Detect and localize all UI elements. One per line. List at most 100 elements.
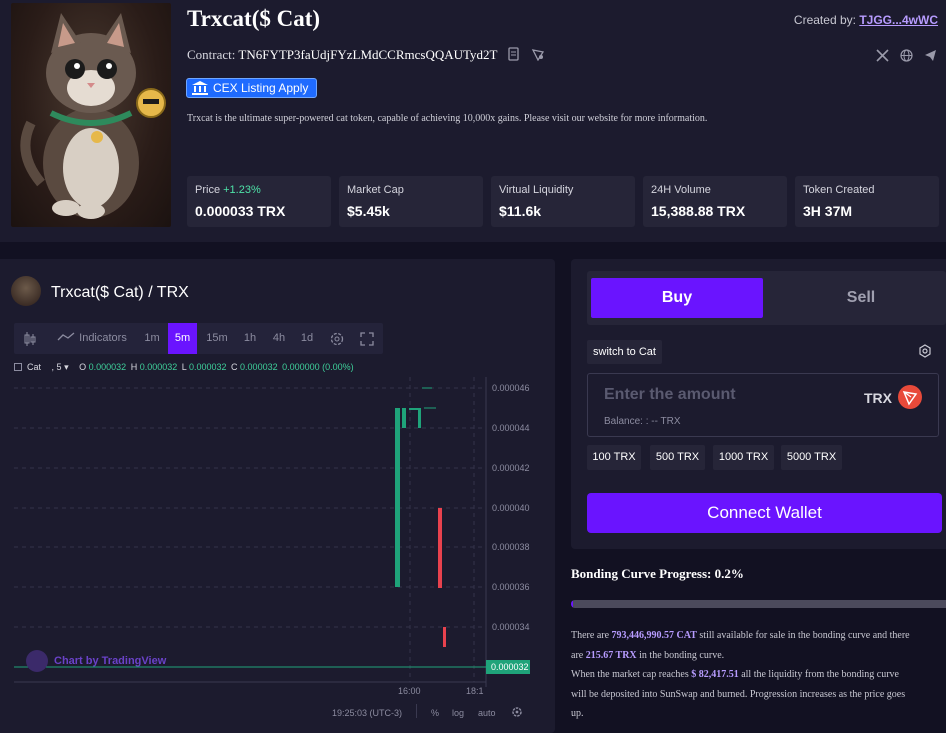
price-chart[interactable]: 0.000046 0.000044 0.000042 0.000040 0.00… [14, 377, 555, 687]
legend-interval: , 5 [51, 362, 62, 372]
time-label: 16:00 [398, 686, 421, 696]
interval-1d[interactable]: 1d [293, 323, 321, 354]
interval-4h[interactable]: 4h [265, 323, 293, 354]
stat-token-created: Token Created 3H 37M [795, 176, 939, 227]
trade-tabs: Buy Sell [587, 271, 946, 325]
telegram-icon[interactable] [924, 49, 937, 62]
candle [418, 408, 421, 428]
stat-price-value: 0.000033 TRX [195, 203, 286, 219]
contract-label: Contract: [187, 47, 236, 62]
bond-text: will be deposited into SunSwap and burne… [571, 688, 906, 700]
token-description: Trxcat is the ultimate super-powered cat… [187, 113, 708, 124]
current-price-label: 0.000032 [491, 662, 529, 672]
legend-open: 0.000032 [88, 362, 127, 372]
stat-market-cap: Market Cap $5.45k [339, 176, 483, 227]
price-change: +1.23% [223, 184, 261, 196]
cex-listing-button[interactable]: CEX Listing Apply [186, 78, 318, 98]
interval-1h[interactable]: 1h [236, 323, 264, 354]
interval-15m[interactable]: 15m [201, 323, 233, 354]
quick-amount-100[interactable]: 100 TRX [587, 445, 641, 470]
quick-amount-1000[interactable]: 1000 TRX [713, 445, 774, 470]
legend-dropdown-icon[interactable]: ▾ [64, 362, 69, 372]
created-by-label: Created by: [793, 13, 856, 27]
stat-24h-volume-label: 24H Volume [651, 184, 711, 196]
legend-c-label: C [231, 362, 238, 372]
tradingview-icon [26, 650, 48, 672]
connect-wallet-button[interactable]: Connect Wallet [587, 493, 942, 533]
pair-title: Trxcat($ Cat) / TRX [51, 284, 189, 301]
tab-buy[interactable]: Buy [591, 278, 763, 318]
price-label: 0.000044 [492, 423, 530, 433]
tronscan-icon[interactable] [531, 47, 545, 62]
price-label: 0.000034 [492, 622, 530, 632]
trx-in-curve: 215.67 TRX [585, 649, 637, 661]
legend-change: 0.000000 (0.00%) [282, 362, 354, 372]
time-axis: 16:00 18:1 [0, 686, 555, 698]
token-image [11, 3, 171, 227]
bond-text: all the liquidity from the bonding curve [738, 669, 899, 680]
globe-icon[interactable] [900, 49, 913, 62]
slippage-settings-icon[interactable] [918, 344, 932, 363]
stat-token-created-value: 3H 37M [803, 203, 853, 219]
bond-text: When the market cap reaches [571, 669, 692, 680]
bonding-progress-bar [571, 600, 946, 608]
ohlc-legend: Cat , 5 ▾ O 0.000032 H 0.000032 L 0.0000… [14, 362, 354, 373]
stat-market-cap-label: Market Cap [347, 184, 404, 196]
legend-l-label: L [181, 362, 187, 372]
stat-price-label: Price [195, 184, 221, 196]
chart-toolbar: Indicators 1m 5m 15m 1h 4h 1d [14, 323, 383, 354]
legend-symbol: Cat [27, 362, 42, 372]
copy-icon[interactable] [507, 47, 521, 61]
amount-box: Balance: : -- TRX TRX [587, 373, 939, 437]
contract-address[interactable]: TN6FYTP3faUdjFYzLMdCCRmcsQQAUTyd2T [238, 47, 497, 62]
legend-close: 0.000032 [240, 362, 278, 372]
x-icon[interactable] [876, 49, 889, 62]
legend-h-label: H [130, 362, 138, 372]
chart-clock: 19:25:03 (UTC-3) [332, 708, 403, 718]
tradingview-credit[interactable]: Chart by TradingView [26, 650, 166, 672]
amount-input[interactable] [604, 386, 844, 404]
candle-type-icon[interactable] [20, 323, 40, 354]
stat-virtual-liquidity-label: Virtual Liquidity [499, 184, 574, 196]
candle [402, 408, 406, 428]
time-label: 18:1 [466, 686, 484, 696]
bank-icon [192, 81, 208, 95]
quick-amount-5000[interactable]: 5000 TRX [781, 445, 842, 470]
bond-text: There are [571, 630, 612, 641]
legend-high: 0.000032 [139, 362, 178, 372]
tab-sell[interactable]: Sell [775, 278, 946, 318]
stat-token-created-label: Token Created [803, 184, 875, 196]
percent-scale-button[interactable]: % [431, 708, 439, 718]
candle [443, 627, 446, 647]
auto-scale-button[interactable]: auto [478, 708, 496, 718]
indicators-button[interactable]: Indicators [52, 323, 132, 354]
cat-available: 793,446,990.57 CAT [611, 630, 697, 641]
log-scale-button[interactable]: log [452, 708, 464, 718]
creator-link[interactable]: TJGG...4wWC [859, 13, 938, 27]
collapse-legend-icon[interactable] [14, 363, 22, 371]
interval-1m[interactable]: 1m [138, 323, 166, 354]
chart-panel: Trxcat($ Cat) / TRX Indicators 1m 5m 15m… [0, 259, 555, 733]
switch-token-button[interactable]: switch to Cat [587, 340, 662, 364]
token-header: Trxcat($ Cat) Contract: TN6FYTP3faUdjFYz… [0, 0, 946, 242]
quick-amount-500[interactable]: 500 TRX [650, 445, 705, 470]
bonding-progress-fill [571, 600, 573, 608]
chart-settings-icon[interactable] [326, 323, 348, 354]
stat-virtual-liquidity-value: $11.6k [499, 203, 542, 219]
stat-price: Price +1.23% 0.000033 TRX [187, 176, 331, 227]
candle [395, 408, 400, 587]
stat-24h-volume-value: 15,388.88 TRX [651, 203, 746, 219]
currency-label: TRX [864, 390, 892, 406]
trade-panel: Buy Sell switch to Cat Balance: : -- TRX… [571, 259, 946, 549]
price-label: 0.000038 [492, 542, 530, 552]
bond-text: up. [571, 708, 584, 719]
balance-text: Balance: : -- TRX [604, 416, 681, 427]
indicators-icon [57, 332, 75, 341]
bond-text: in the bonding curve. [636, 649, 725, 661]
scale-settings-icon[interactable] [511, 706, 523, 720]
fullscreen-icon[interactable] [356, 323, 378, 354]
legend-o-label: O [79, 362, 87, 372]
interval-5m[interactable]: 5m [168, 323, 197, 354]
price-label: 0.000046 [492, 383, 530, 393]
created-by: Created by: TJGG...4wWC [794, 13, 938, 27]
